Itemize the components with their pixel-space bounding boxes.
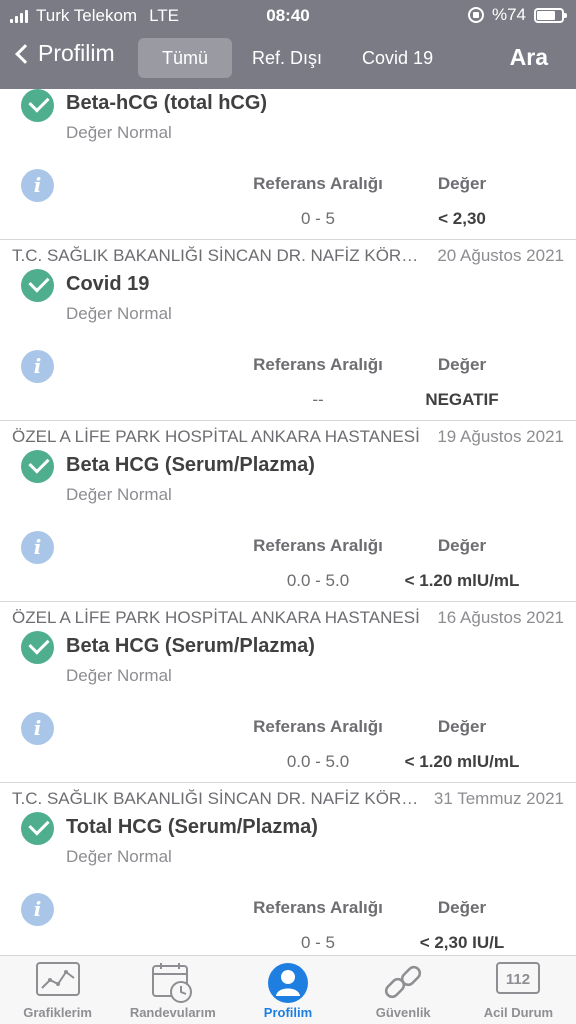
search-button[interactable]: Ara bbox=[510, 44, 548, 71]
battery-fill bbox=[537, 10, 555, 20]
result-status: Değer Normal bbox=[66, 666, 172, 685]
tab-bar: Grafiklerim Randevularım Profilim Güvenl… bbox=[0, 955, 576, 1024]
back-label: Profilim bbox=[38, 40, 115, 66]
battery-icon bbox=[534, 7, 567, 23]
navigation-bar: Profilim Tümü Ref. Dışı Covid 19 Ara bbox=[0, 32, 576, 86]
tab-bar-item-charts[interactable]: Grafiklerim bbox=[0, 956, 115, 1024]
status-bar: Turk Telekom LTE 08:40 %74 bbox=[0, 0, 576, 30]
info-icon[interactable]: i bbox=[21, 350, 54, 383]
result-value: < 2,30 IU/L bbox=[419, 933, 505, 952]
value-header: Değer bbox=[437, 355, 487, 374]
orientation-lock-icon bbox=[467, 7, 484, 23]
institution-name: ÖZEL A LİFE PARK HOSPİTAL ANKARA HASTANE… bbox=[12, 608, 420, 627]
result-date: 19 Ağustos 2021 bbox=[437, 427, 564, 446]
result-date: 20 Ağustos 2021 bbox=[437, 246, 564, 265]
ref-range-header: Referans Aralığı bbox=[253, 717, 383, 736]
info-icon[interactable]: i bbox=[21, 531, 54, 564]
header: Turk Telekom LTE 08:40 %74 Profilim Tümü… bbox=[0, 0, 576, 89]
ref-range-value: 0 - 5 bbox=[300, 933, 336, 952]
value-header: Değer bbox=[437, 717, 487, 736]
check-icon bbox=[21, 269, 54, 302]
value-header: Değer bbox=[437, 898, 487, 917]
result-status: Değer Normal bbox=[66, 847, 172, 866]
value-header: Değer bbox=[437, 174, 487, 193]
test-name: Beta-hCG (total hCG) bbox=[66, 92, 268, 114]
person-icon bbox=[268, 963, 308, 1003]
result-status: Değer Normal bbox=[66, 123, 172, 142]
tab-bar-label: Profilim bbox=[263, 1005, 313, 1020]
check-icon bbox=[21, 89, 54, 122]
institution-name: T.C. SAĞLIK BAKANLIĞI SİNCAN DR. NAFİZ K… bbox=[12, 789, 427, 808]
result-card[interactable]: ÖZEL A LİFE PARK HOSPİTAL ANKARA HASTANE… bbox=[0, 602, 576, 783]
ref-range-value: 0 - 5 bbox=[300, 209, 336, 228]
ref-range-value: 0.0 - 5.0 bbox=[286, 752, 350, 771]
chevron-left-icon bbox=[15, 43, 35, 64]
ref-range-header: Referans Aralığı bbox=[253, 355, 383, 374]
test-name: Beta HCG (Serum/Plazma) bbox=[66, 454, 315, 476]
tab-covid[interactable]: Covid 19 bbox=[342, 38, 453, 78]
tab-bar-label: Grafiklerim bbox=[23, 1005, 92, 1020]
check-icon bbox=[21, 812, 54, 845]
info-icon[interactable]: i bbox=[21, 893, 54, 926]
chain-link-icon bbox=[385, 965, 422, 999]
ref-range-value: -- bbox=[312, 390, 324, 409]
tab-out-of-range[interactable]: Ref. Dışı bbox=[232, 38, 342, 78]
institution-name: ÖZEL A LİFE PARK HOSPİTAL ANKARA HASTANE… bbox=[12, 427, 420, 446]
ref-range-value: 0.0 - 5.0 bbox=[286, 571, 350, 590]
tab-all[interactable]: Tümü bbox=[138, 38, 233, 78]
ref-range-header: Referans Aralığı bbox=[253, 898, 383, 917]
tab-bar-label: Güvenlik bbox=[375, 1005, 431, 1020]
result-value: < 2,30 bbox=[438, 209, 486, 228]
result-card[interactable]: T.C. SAĞLIK BAKANLIĞI SİNCAN DR. NAFİZ K… bbox=[0, 783, 576, 955]
value-header: Değer bbox=[437, 536, 487, 555]
result-status: Değer Normal bbox=[66, 485, 172, 504]
test-name: Beta HCG (Serum/Plazma) bbox=[66, 635, 315, 657]
battery-percent: %74 bbox=[491, 5, 526, 24]
tab-bar-item-emergency[interactable]: 112 Acil Durum bbox=[461, 956, 576, 1024]
ref-range-header: Referans Aralığı bbox=[253, 174, 383, 193]
app-screen: Turk Telekom LTE 08:40 %74 Profilim Tümü… bbox=[0, 0, 576, 1024]
back-button[interactable]: Profilim bbox=[12, 40, 115, 67]
emergency-number: 112 bbox=[506, 971, 530, 988]
test-name: Total HCG (Serum/Plazma) bbox=[66, 816, 318, 838]
ref-range-header: Referans Aralığı bbox=[253, 536, 383, 555]
result-value: < 1.20 mlU/mL bbox=[404, 571, 520, 590]
tab-bar-item-security[interactable]: Güvenlik bbox=[346, 956, 461, 1024]
result-card[interactable]: T.C. SAĞLIK BAKANLIĞI SİNCAN DR. NAFİZ K… bbox=[0, 240, 576, 421]
tab-bar-label: Randevularım bbox=[129, 1005, 216, 1020]
info-icon[interactable]: i bbox=[21, 712, 54, 745]
test-name: Covid 19 bbox=[66, 273, 150, 295]
result-value: < 1.20 mlU/mL bbox=[404, 752, 520, 771]
calendar-clock-icon bbox=[151, 963, 192, 1003]
result-card[interactable]: ÖZEL A LİFE PARK HOSPİTAL ANKARA HASTANE… bbox=[0, 421, 576, 602]
tab-bar-item-appointments[interactable]: Randevularım bbox=[115, 956, 230, 1024]
info-icon[interactable]: i bbox=[21, 169, 54, 202]
tab-bar-label: Acil Durum bbox=[483, 1005, 554, 1020]
tab-bar-item-profile[interactable]: Profilim bbox=[230, 956, 345, 1024]
chart-icon bbox=[35, 962, 80, 996]
results-list[interactable]: Beta-hCG (total hCG) Değer Normal i Refe… bbox=[0, 89, 576, 955]
result-value: NEGATIF bbox=[425, 390, 499, 409]
check-icon bbox=[21, 631, 54, 664]
emergency-112-icon: 112 bbox=[496, 962, 541, 994]
result-status: Değer Normal bbox=[66, 304, 172, 323]
result-date: 31 Temmuz 2021 bbox=[433, 789, 564, 808]
result-date: 16 Ağustos 2021 bbox=[437, 608, 564, 627]
filter-tabs: Tümü Ref. Dışı Covid 19 bbox=[138, 38, 453, 78]
result-card[interactable]: Beta-hCG (total hCG) Değer Normal i Refe… bbox=[0, 89, 576, 240]
institution-name: T.C. SAĞLIK BAKANLIĞI SİNCAN DR. NAFİZ K… bbox=[12, 246, 427, 265]
check-icon bbox=[21, 450, 54, 483]
